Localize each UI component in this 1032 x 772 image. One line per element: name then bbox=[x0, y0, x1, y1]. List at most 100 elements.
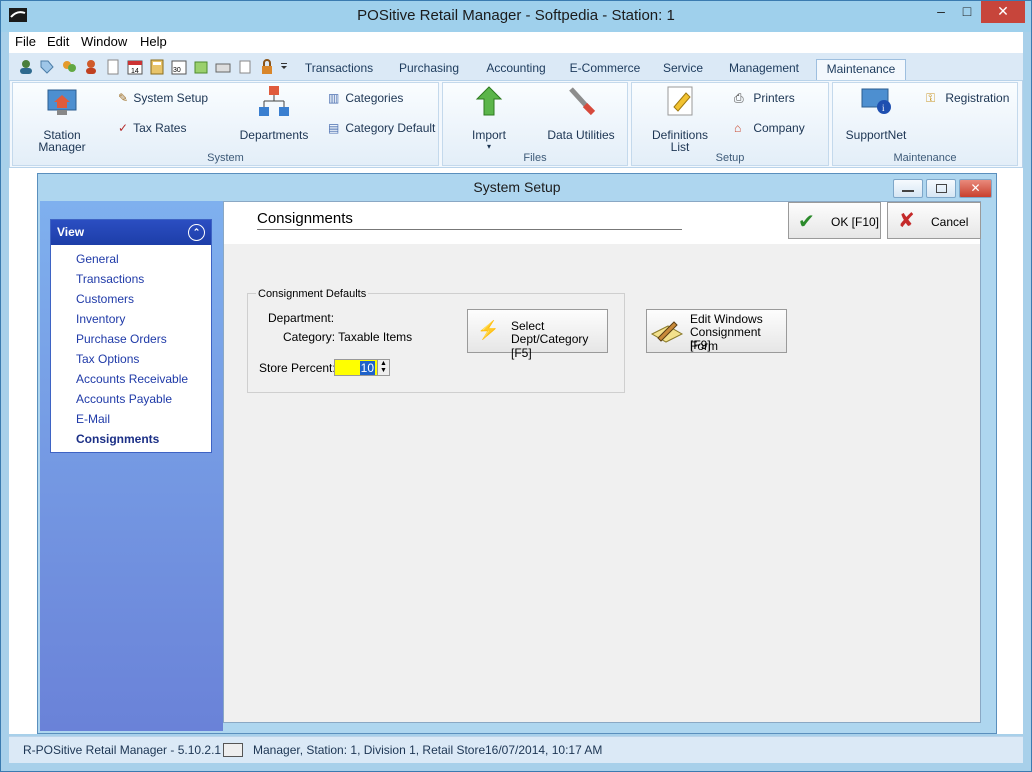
categories-icon: ▥ bbox=[328, 91, 340, 105]
blank-page-icon[interactable] bbox=[237, 59, 253, 75]
menu-help[interactable]: Help bbox=[140, 34, 167, 49]
tax-rates-label: Tax Rates bbox=[133, 121, 187, 135]
cancel-button[interactable]: ✘ Cancel bbox=[887, 202, 981, 239]
printers-button[interactable]: ⎙ Printers bbox=[734, 91, 795, 106]
import-button[interactable]: Import ▾ bbox=[459, 85, 519, 153]
person-icon[interactable] bbox=[83, 59, 99, 75]
select-button-line1: Select bbox=[511, 319, 545, 333]
departments-button[interactable]: Departments bbox=[233, 85, 315, 141]
minimize-button[interactable]: – bbox=[928, 1, 954, 23]
view-item-customers[interactable]: Customers bbox=[76, 292, 134, 306]
data-utilities-button[interactable]: Data Utilities bbox=[546, 85, 616, 141]
system-setup-label: System Setup bbox=[133, 91, 209, 105]
spinner-icon[interactable]: ▲ ▼ bbox=[377, 360, 389, 375]
tab-purchasing[interactable]: Purchasing bbox=[391, 59, 467, 79]
printer-icon: ⎙ bbox=[734, 91, 744, 105]
tax-rates-button[interactable]: ✓ Tax Rates bbox=[118, 121, 186, 135]
view-title: View bbox=[57, 225, 85, 239]
tab-service[interactable]: Service bbox=[653, 59, 713, 79]
station-manager-label: Station Manager bbox=[38, 128, 86, 154]
tag-icon[interactable] bbox=[39, 59, 55, 75]
status-datetime: 16/07/2014, 10:17 AM bbox=[485, 743, 603, 757]
registration-button[interactable]: ⚿ Registration bbox=[926, 91, 1009, 106]
calculator-icon[interactable] bbox=[149, 59, 165, 75]
tab-management[interactable]: Management bbox=[723, 59, 805, 79]
system-setup-button[interactable]: ✎ System Setup bbox=[118, 91, 208, 105]
keyboard-icon[interactable] bbox=[215, 59, 231, 75]
view-item-inventory[interactable]: Inventory bbox=[76, 312, 125, 326]
store-percent-label: Store Percent: bbox=[259, 361, 336, 375]
close-button[interactable]: ✕ bbox=[981, 1, 1025, 23]
page-title: Consignments bbox=[257, 210, 353, 227]
printers-label: Printers bbox=[753, 91, 795, 105]
import-dropdown-icon: ▾ bbox=[486, 142, 491, 151]
view-item-accounts-payable[interactable]: Accounts Payable bbox=[76, 392, 172, 406]
group-label-maintenance: Maintenance bbox=[893, 152, 957, 164]
tab-accounting[interactable]: Accounting bbox=[478, 59, 554, 79]
tools-icon bbox=[569, 87, 596, 116]
category-value: Category: Taxable Items bbox=[283, 330, 413, 344]
menu-edit[interactable]: Edit bbox=[47, 34, 69, 49]
view-header[interactable]: View ⌃ bbox=[51, 220, 211, 245]
pen-icon: ✓ bbox=[118, 121, 129, 135]
dialog-minimize-button[interactable] bbox=[893, 179, 923, 198]
app-window: POSitive Retail Manager - Softpedia - St… bbox=[0, 0, 1032, 772]
supportnet-button[interactable]: i SupportNet bbox=[841, 85, 911, 141]
view-item-e-mail[interactable]: E-Mail bbox=[76, 412, 110, 426]
ok-button[interactable]: ✔ OK [F10] bbox=[788, 202, 881, 239]
status-session: Manager, Station: 1, Division 1, Retail … bbox=[253, 743, 486, 757]
categories-label: Categories bbox=[345, 91, 404, 105]
customers-icon[interactable] bbox=[61, 59, 77, 75]
heading-divider bbox=[257, 229, 682, 230]
tab-transactions[interactable]: Transactions bbox=[301, 59, 377, 79]
lightning-icon: ⚡ bbox=[477, 320, 500, 340]
dialog-close-button[interactable]: ✕ bbox=[959, 179, 992, 198]
tab-e-commerce[interactable]: E-Commerce bbox=[567, 59, 643, 79]
highlighter-icon bbox=[667, 86, 693, 116]
org-chart-icon bbox=[259, 86, 289, 116]
company-button[interactable]: ⌂ Company bbox=[734, 121, 805, 135]
menu-file[interactable]: File bbox=[15, 34, 36, 49]
store-percent-field[interactable]: 10 ▲ ▼ bbox=[334, 359, 390, 376]
menu-window[interactable]: Window bbox=[81, 34, 127, 49]
maximize-button[interactable]: □ bbox=[954, 1, 980, 23]
edit-form-icon bbox=[650, 321, 684, 343]
users-icon[interactable] bbox=[18, 59, 34, 75]
view-item-consignments[interactable]: Consignments bbox=[76, 432, 159, 446]
notes-icon[interactable] bbox=[193, 59, 209, 75]
ok-label: OK [F10] bbox=[831, 215, 880, 229]
edit-button-line1: Edit Windows bbox=[690, 312, 763, 326]
view-item-general[interactable]: General bbox=[76, 252, 119, 266]
category-default-icon: ▤ bbox=[328, 121, 340, 135]
dialog-restore-button[interactable] bbox=[926, 179, 956, 198]
group-label-setup: Setup bbox=[715, 152, 745, 164]
calendar-icon[interactable]: 14 bbox=[127, 59, 143, 75]
import-label: Import bbox=[471, 128, 506, 142]
status-bar: R-POSitive Retail Manager - 5.10.2.1 Man… bbox=[9, 736, 1023, 763]
view-item-accounts-receivable[interactable]: Accounts Receivable bbox=[76, 372, 188, 386]
tab-maintenance[interactable]: Maintenance bbox=[816, 59, 906, 80]
document-icon[interactable] bbox=[105, 59, 121, 75]
svg-text:30: 30 bbox=[173, 67, 181, 74]
data-utilities-label: Data Utilities bbox=[547, 128, 615, 142]
department-label: Department: bbox=[268, 311, 335, 325]
lock-icon[interactable] bbox=[259, 59, 275, 75]
select-dept-category-button[interactable]: ⚡ Select Dept/Category [F5] bbox=[467, 309, 608, 360]
categories-button[interactable]: ▥ Categories bbox=[328, 91, 403, 105]
station-manager-button[interactable]: Station Manager bbox=[33, 87, 91, 153]
edit-consignment-form-button[interactable]: Edit Windows Consignment Form [F9] bbox=[646, 309, 787, 353]
calendar-month-icon[interactable]: 30 bbox=[171, 59, 187, 75]
content-area: Consignments bbox=[223, 201, 981, 723]
view-item-tax-options[interactable]: Tax Options bbox=[76, 352, 139, 366]
customize-dropdown-icon[interactable] bbox=[280, 59, 288, 75]
consignment-defaults-label: Consignment Defaults bbox=[256, 288, 369, 300]
status-app-version: R-POSitive Retail Manager - 5.10.2.1 bbox=[23, 743, 222, 757]
view-item-transactions[interactable]: Transactions bbox=[76, 272, 144, 286]
group-label-files: Files bbox=[523, 152, 547, 164]
category-default-label: Category Default bbox=[345, 121, 436, 135]
collapse-icon[interactable]: ⌃ bbox=[188, 224, 205, 241]
view-item-purchase-orders[interactable]: Purchase Orders bbox=[76, 332, 167, 346]
registration-label: Registration bbox=[945, 91, 1010, 105]
definitions-list-button[interactable]: Definitions List bbox=[644, 85, 716, 153]
category-default-button[interactable]: ▤ Category Default bbox=[328, 121, 435, 135]
